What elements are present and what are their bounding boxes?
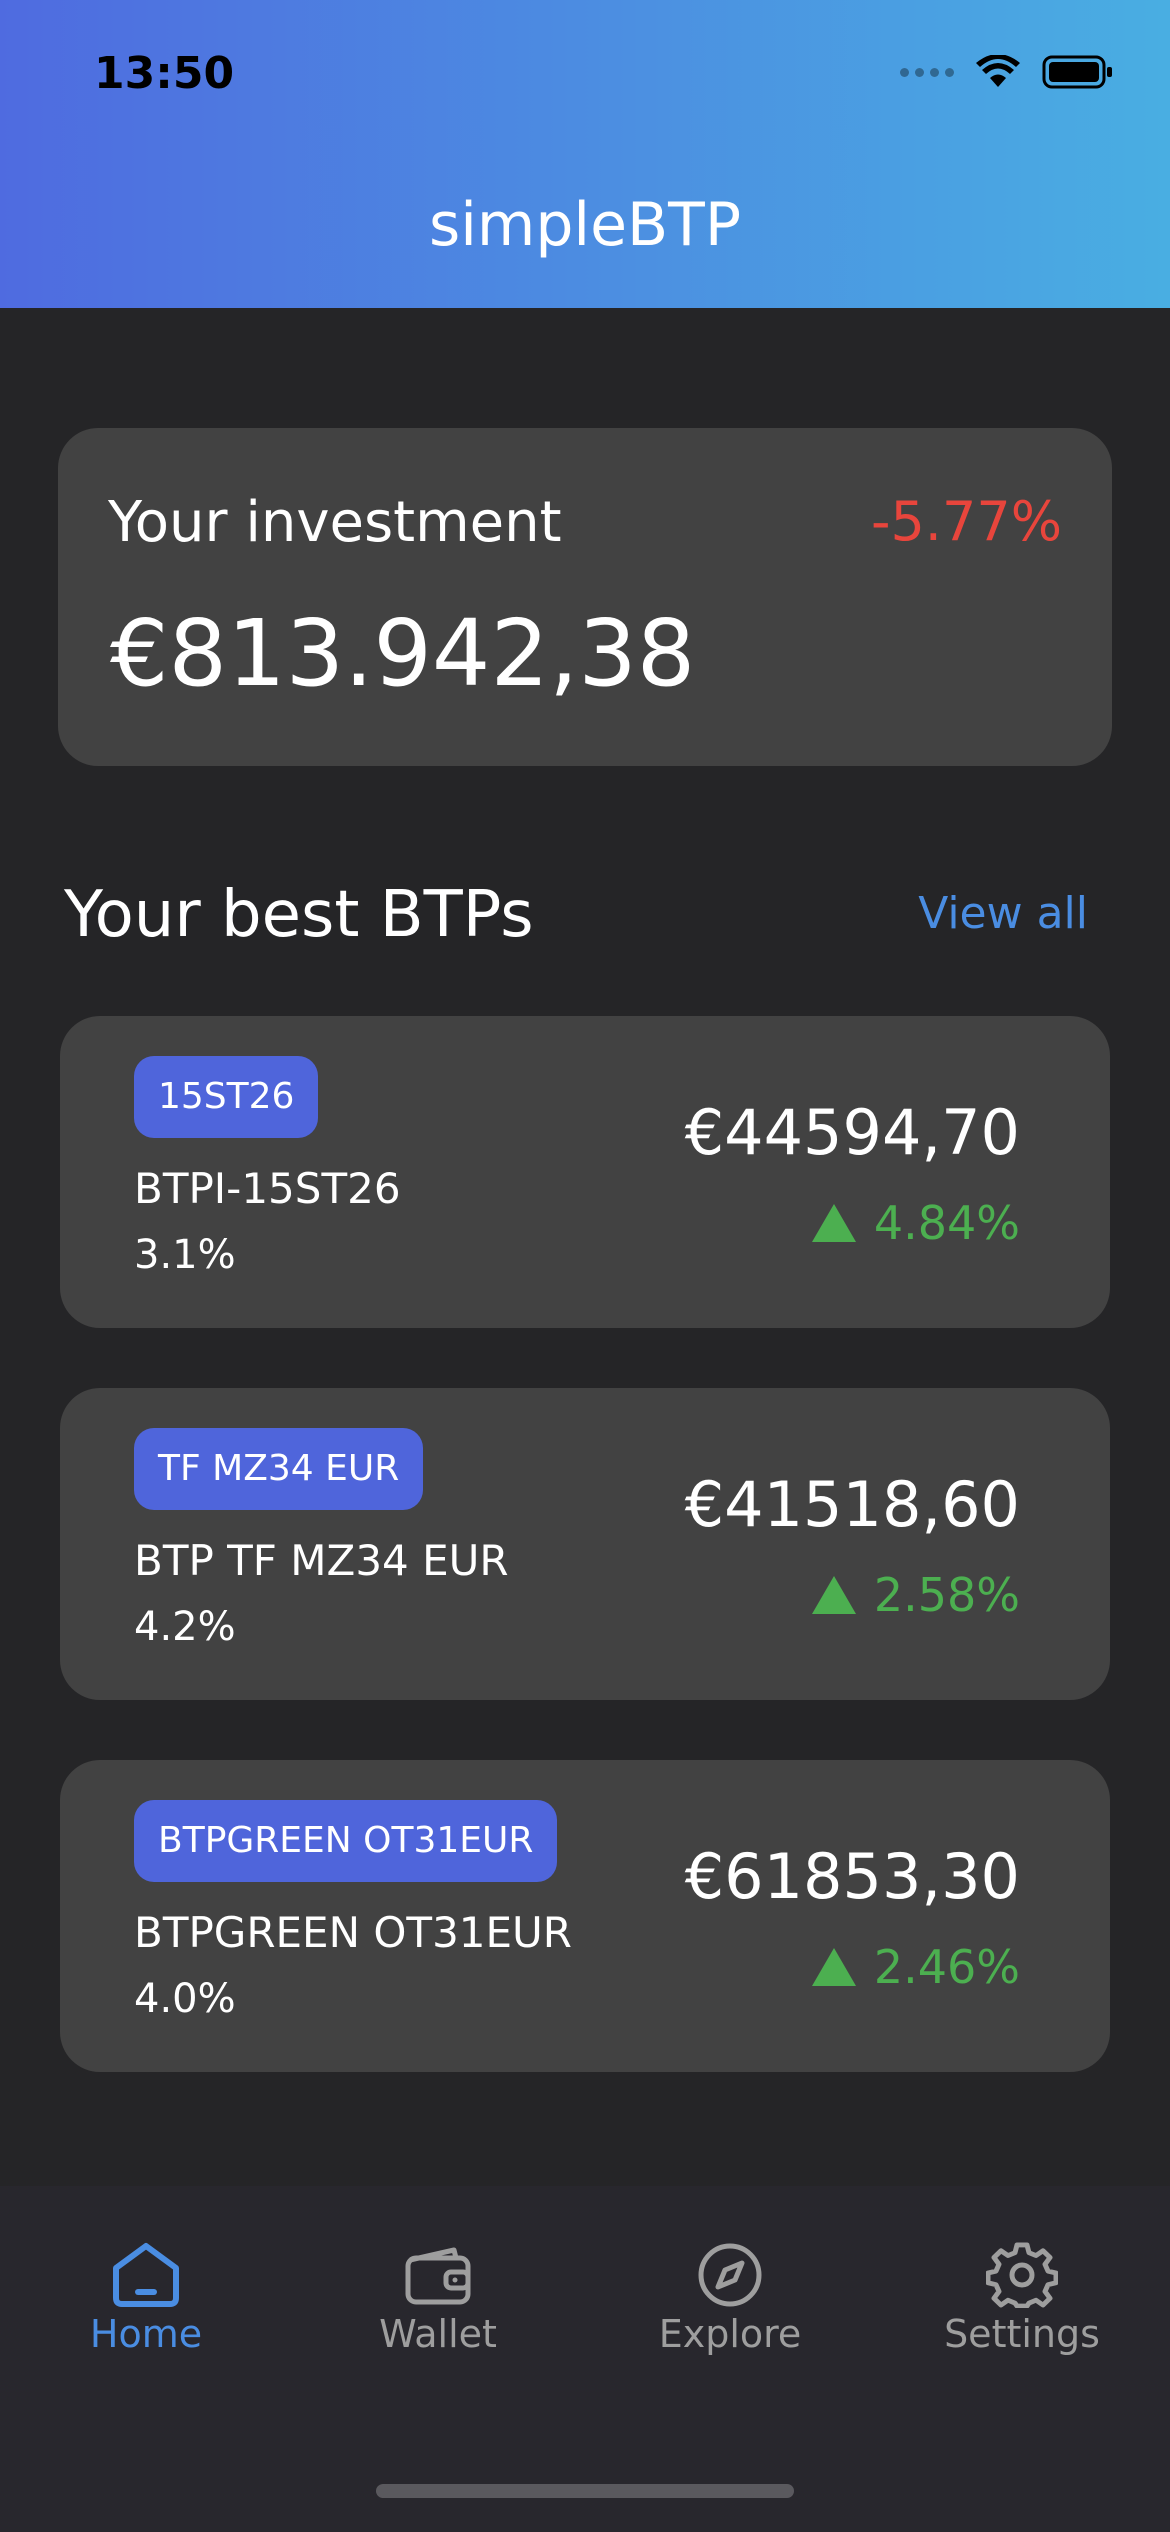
- wifi-icon: [976, 55, 1020, 87]
- section-title: Your best BTPs: [64, 878, 534, 952]
- tab-label: Explore: [658, 2312, 802, 2356]
- app-title: simpleBTP: [428, 190, 742, 260]
- tab-explore[interactable]: Explore: [620, 2242, 840, 2356]
- btp-badge: TF MZ34 EUR: [134, 1428, 424, 1510]
- tab-label: Home: [89, 2312, 203, 2356]
- btp-card[interactable]: TF MZ34 EUR BTP TF MZ34 EUR 4.2% €41518,…: [60, 1388, 1110, 1700]
- btp-change: 4.84%: [811, 1196, 1020, 1250]
- triangle-up-icon: [811, 1948, 856, 1986]
- investment-change: -5.77%: [870, 490, 1062, 553]
- btp-change: 2.46%: [811, 1940, 1020, 1994]
- status-icons: [900, 54, 1114, 90]
- btp-price: €44594,70: [684, 1096, 1020, 1169]
- btp-rate: 3.1%: [134, 1232, 236, 1278]
- btp-change: 2.58%: [811, 1568, 1020, 1622]
- investment-label: Your investment: [108, 490, 562, 555]
- triangle-up-icon: [811, 1576, 856, 1614]
- btp-card[interactable]: 15ST26 BTPI-15ST26 3.1% €44594,70 4.84%: [60, 1016, 1110, 1328]
- battery-icon: [1042, 55, 1112, 89]
- home-indicator: [376, 2484, 794, 2498]
- btp-name: BTPGREEN OT31EUR: [134, 1908, 572, 1957]
- btp-rate: 4.0%: [134, 1976, 236, 2022]
- compass-icon: [698, 2243, 762, 2307]
- btp-card[interactable]: BTPGREEN OT31EUR BTPGREEN OT31EUR 4.0% €…: [60, 1760, 1110, 2072]
- view-all-link[interactable]: View all: [918, 888, 1088, 939]
- btp-name: BTP TF MZ34 EUR: [134, 1536, 509, 1585]
- wallet-icon: [405, 2247, 471, 2305]
- triangle-up-icon: [811, 1204, 856, 1242]
- btp-change-value: 2.46%: [873, 1940, 1020, 1994]
- btp-change-value: 4.84%: [873, 1196, 1020, 1250]
- btp-badge: 15ST26: [134, 1056, 319, 1138]
- tab-home[interactable]: Home: [36, 2242, 256, 2356]
- btp-price: €61853,30: [684, 1840, 1020, 1913]
- btp-rate: 4.2%: [134, 1604, 236, 1650]
- tab-label: Settings: [944, 2312, 1100, 2356]
- gear-icon: [986, 2242, 1058, 2308]
- tab-settings[interactable]: Settings: [912, 2242, 1132, 2356]
- tab-bar: Home Wallet Explore Settings: [0, 2186, 1170, 2532]
- header: 13:50 simpleBTP: [0, 0, 1170, 308]
- btp-price: €41518,60: [684, 1468, 1020, 1541]
- investment-card: Your investment -5.77% €813.942,38: [58, 428, 1112, 766]
- investment-value: €813.942,38: [110, 600, 696, 707]
- tab-wallet[interactable]: Wallet: [328, 2242, 548, 2356]
- cellular-signal-icon: [900, 67, 954, 77]
- status-time: 13:50: [94, 48, 235, 99]
- home-icon: [113, 2243, 179, 2307]
- btp-badge: BTPGREEN OT31EUR: [134, 1800, 558, 1882]
- btp-change-value: 2.58%: [873, 1568, 1020, 1622]
- btp-name: BTPI-15ST26: [134, 1164, 401, 1213]
- tab-label: Wallet: [379, 2312, 497, 2356]
